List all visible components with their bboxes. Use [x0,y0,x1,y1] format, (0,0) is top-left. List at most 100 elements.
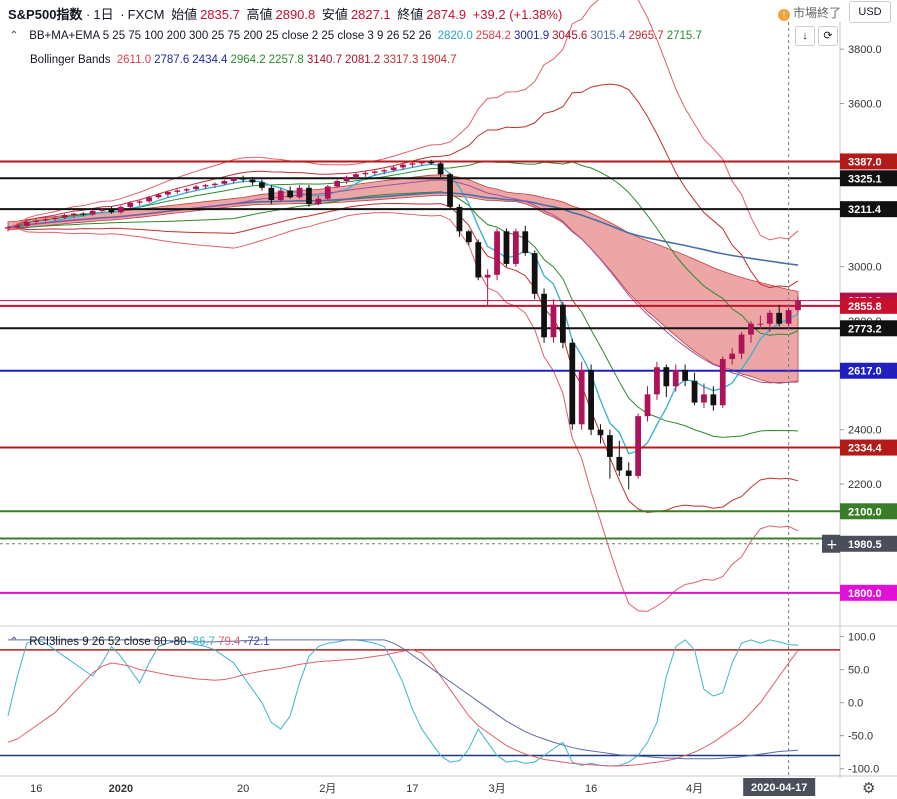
rci-y-tick-label: -100.0 [848,764,879,776]
low-label: 安値 [321,7,348,22]
close-value: 2874.9 [426,7,467,22]
candle-body [259,182,265,188]
candle-body [390,167,397,171]
bb-value: 2081.2 [345,54,381,66]
market-status[interactable]: ! 市場終了 [777,4,841,21]
bb-value: 2257.8 [268,54,304,66]
candle-body [503,231,510,264]
price-level-label: 3325.1 [848,173,882,185]
candle-body [607,435,613,457]
candle-body [136,201,143,203]
arrow-down-icon[interactable]: ↓ [795,26,815,46]
candle-body [99,209,105,211]
candle-body [381,170,388,172]
open-value: 2835.7 [200,7,240,22]
refresh-icon[interactable]: ⟳ [818,26,838,46]
open-label: 始値 [171,7,198,22]
candle-body [362,172,369,175]
y-tick-label: 3600.0 [848,99,882,111]
currency-button[interactable]: USD [849,1,891,23]
chart-canvas[interactable]: 1800.02200.02400.02800.03000.03600.03800… [0,0,897,799]
candle-body [127,202,134,207]
close-label: 終値 [397,7,424,22]
candle-body [475,242,482,278]
x-tick-label: 17 [406,783,418,795]
bb-indicator-name[interactable]: Bollinger Bands [30,54,111,66]
high-label: 高値 [246,7,273,22]
candle-body [183,189,190,191]
indicator-value: 2715.7 [666,30,702,42]
rci-value: 79.4 [218,636,241,648]
price-level-label: 3387.0 [848,156,882,168]
candle-body [193,186,199,190]
candle-body [324,186,331,199]
x-tick-label: 2月 [319,783,336,795]
candle-body [409,163,416,165]
candle-body [221,181,228,184]
candle-body [766,312,773,324]
candle-body [588,369,594,430]
candle-body [52,217,58,220]
candle-body [757,323,764,325]
symbol-label[interactable]: S&P500指数 [8,7,82,22]
y-tick-label: 3000.0 [848,262,882,274]
collapse-chevron-icon[interactable]: ⌃ [8,28,20,42]
candle-body [61,214,68,218]
price-level-label: 2100.0 [848,506,882,518]
candle-body [729,353,736,360]
indicator-value: 2820.0 [437,30,473,42]
indicator-value: 2584.2 [475,30,511,42]
price-level-label: 3211.4 [848,204,882,216]
candle-body [164,191,171,195]
market-status-label: 市場終了 [792,6,841,20]
interval-label[interactable]: 1日 [93,7,113,22]
candle-body [569,342,576,425]
crosshair-price-label: 1980.5 [848,539,882,551]
candle-body [400,164,406,168]
price-level-label: 2855.8 [848,301,882,313]
candle-body [663,367,670,387]
bb-value: 2611.0 [116,54,152,66]
candle-body [108,209,115,213]
indicator-name[interactable]: BB+MA+EMA 5 25 75 100 200 300 25 75 200 … [29,30,431,42]
x-tick-label: 3月 [488,783,505,795]
candle-body [531,253,538,294]
candle-body [42,219,49,221]
candle-body [522,231,529,254]
x-tick-label: 16 [30,783,42,795]
low-value: 2827.1 [350,7,391,22]
settings-gear-icon[interactable]: ⚙ [862,779,875,797]
rci-y-tick-label: -50.0 [848,731,873,743]
candle-body [117,206,124,213]
candle-body [230,178,237,182]
bb-value: 2964.2 [230,54,266,66]
candle-body [240,178,247,180]
indicator-value: 2965.7 [628,30,664,42]
candle-body [456,206,463,232]
candle-body [719,359,726,406]
candle-body [296,187,303,198]
candle-body [447,174,453,207]
candle-body [353,174,359,177]
candle-body [287,190,294,198]
candle-body [334,181,341,187]
candle-body [268,187,275,201]
rci-indicator-name[interactable]: RCI3lines 9 26 52 close 80 -80 [29,636,186,648]
candle-body [155,194,162,198]
bb-value: 1904.7 [421,54,457,66]
chart-header: S&P500指数 · 1日 · FXCM 始値 2835.7 高値 2890.8 安値 2… [8,7,563,22]
candle-body [682,369,689,381]
rci-y-tick-label: 100.0 [848,632,876,644]
candle-body [776,312,783,324]
bb-value: 2434.4 [192,54,228,66]
collapse-chevron-icon[interactable]: ⌃ [8,634,20,648]
candle-body [174,190,181,192]
rci-values: 86.7 79.4 -72.1 [193,636,273,648]
rci-value: 86.7 [192,636,216,648]
plus-icon[interactable]: + [826,537,838,553]
candle-body [672,369,679,387]
candle-body [70,213,77,215]
candle-body [616,456,623,471]
candle-body [597,429,604,436]
y-tick-label: 2400.0 [848,425,882,437]
